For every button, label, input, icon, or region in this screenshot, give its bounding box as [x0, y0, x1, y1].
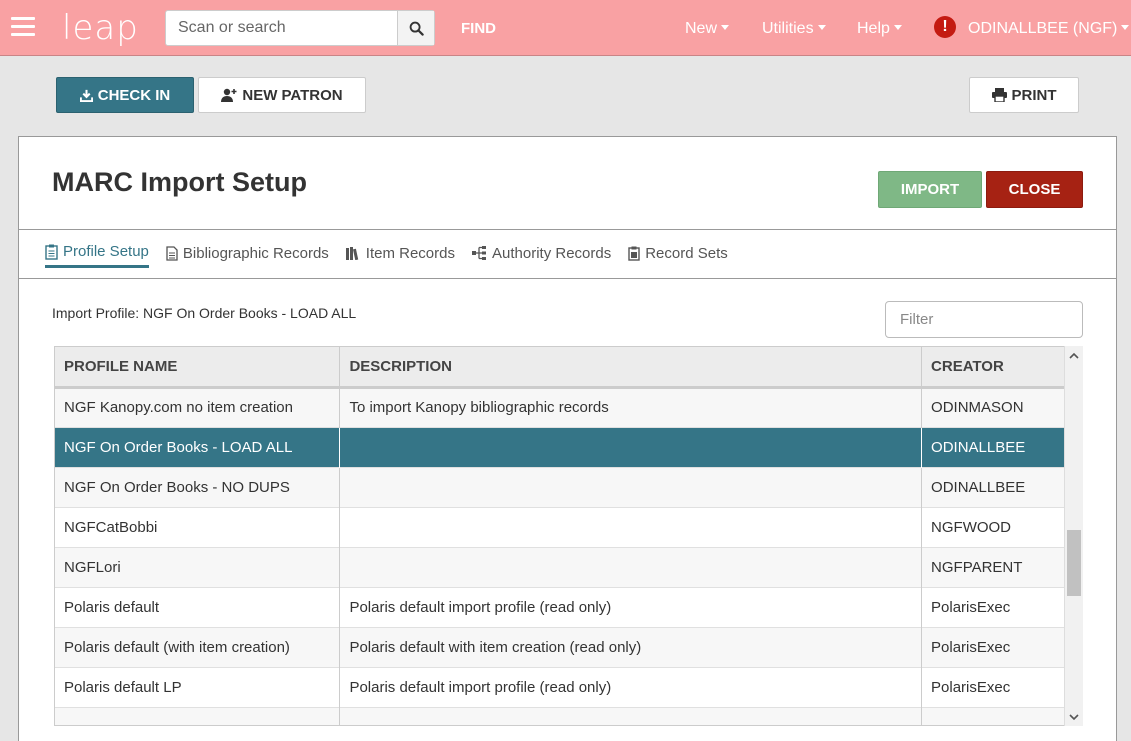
top-navbar: leap FIND New Utilities Help ! ODINALLBE… — [0, 0, 1131, 56]
search-button[interactable] — [397, 11, 434, 45]
column-header-description[interactable]: DESCRIPTION — [339, 347, 923, 389]
alert-icon[interactable]: ! — [934, 16, 956, 38]
caret-down-icon — [721, 25, 730, 30]
add-user-icon — [221, 88, 237, 102]
leap-logo[interactable]: leap — [62, 8, 139, 48]
cell-creator: NGFWOOD — [921, 506, 1065, 547]
cell-creator: ODINALLBEE — [921, 426, 1065, 467]
table-row[interactable]: Polaris default Polaris default import p… — [55, 586, 1065, 627]
new-patron-button[interactable]: NEW PATRON — [198, 77, 366, 113]
scroll-down-arrow-icon[interactable] — [1065, 708, 1083, 726]
menu-utilities[interactable]: Utilities — [762, 20, 826, 38]
cell-description: To import Kanopy bibliographic records — [339, 386, 923, 427]
caret-down-icon — [1121, 25, 1130, 30]
caret-down-icon — [817, 25, 826, 30]
table-row[interactable]: NGF Kanopy.com no item creation To impor… — [55, 386, 1065, 427]
cell-creator: NGFPARENT — [921, 546, 1065, 587]
caret-down-icon — [893, 25, 902, 30]
cell-profile-name: Polaris default LP — [55, 666, 341, 707]
cell-description: Polaris default import profile (read onl… — [339, 666, 923, 707]
tab-profile-setup[interactable]: Profile Setup — [45, 243, 149, 268]
scroll-up-arrow-icon[interactable] — [1065, 346, 1083, 364]
tab-record-sets[interactable]: Record Sets — [628, 243, 728, 268]
column-header-creator[interactable]: CREATOR — [921, 347, 1065, 389]
table-scrollbar[interactable] — [1064, 346, 1083, 726]
tab-authority-records[interactable]: Authority Records — [472, 243, 611, 268]
marc-import-panel: MARC Import Setup IMPORT CLOSE Profile S… — [18, 136, 1117, 741]
table-row[interactable] — [55, 706, 1065, 725]
table-row[interactable]: Polaris default (with item creation) Pol… — [55, 626, 1065, 667]
cell-profile-name: Polaris default — [55, 586, 341, 627]
cell-profile-name: NGFCatBobbi — [55, 506, 341, 547]
search-icon — [409, 21, 424, 36]
cell-creator: PolarisExec — [921, 586, 1065, 627]
tab-bibliographic-records[interactable]: Bibliographic Records — [166, 243, 329, 268]
cell-creator: PolarisExec — [921, 626, 1065, 667]
books-icon — [345, 246, 359, 260]
tab-item-records[interactable]: Item Records — [345, 243, 455, 268]
import-button[interactable]: IMPORT — [878, 171, 982, 208]
cell-description — [339, 546, 923, 587]
profiles-table: PROFILE NAME DESCRIPTION CREATOR NGF Kan… — [54, 346, 1083, 726]
cell-profile-name: NGF Kanopy.com no item creation — [55, 386, 341, 427]
cell-creator — [921, 706, 1065, 725]
column-header-profile-name[interactable]: PROFILE NAME — [55, 347, 341, 389]
table-row[interactable]: Polaris default LP Polaris default impor… — [55, 666, 1065, 707]
filter-input[interactable] — [885, 301, 1083, 338]
print-button[interactable]: PRINT — [969, 77, 1079, 113]
printer-icon — [991, 88, 1007, 102]
table-row[interactable]: NGF On Order Books - NO DUPS ODINALLBEE — [55, 466, 1065, 507]
import-profile-label: Import Profile: NGF On Order Books - LOA… — [52, 305, 357, 321]
sitemap-icon — [472, 246, 486, 260]
divider — [19, 278, 1116, 279]
hamburger-menu-icon[interactable] — [11, 17, 35, 37]
document-icon — [166, 245, 178, 261]
cell-creator: ODINMASON — [921, 386, 1065, 427]
table-header-row: PROFILE NAME DESCRIPTION CREATOR — [55, 347, 1065, 389]
cell-creator: ODINALLBEE — [921, 466, 1065, 507]
clipboard-icon — [45, 244, 58, 260]
cell-description — [339, 506, 923, 547]
scrollbar-thumb[interactable] — [1067, 530, 1081, 596]
cell-description — [339, 466, 923, 507]
clipboard-stack-icon — [628, 246, 640, 261]
tab-bar: Profile Setup Bibliographic Records Item… — [45, 243, 745, 268]
cell-creator: PolarisExec — [921, 666, 1065, 707]
cell-profile-name: NGF On Order Books - LOAD ALL — [55, 426, 341, 467]
cell-description: Polaris default with item creation (read… — [339, 626, 923, 667]
cell-description — [339, 706, 923, 725]
cell-description — [339, 426, 923, 467]
cell-profile-name: Polaris default (with item creation) — [55, 626, 341, 667]
search-input[interactable] — [166, 11, 397, 45]
table-row[interactable]: NGFCatBobbi NGFWOOD — [55, 506, 1065, 547]
page-title: MARC Import Setup — [52, 167, 307, 197]
menu-new[interactable]: New — [685, 20, 730, 38]
find-link[interactable]: FIND — [461, 20, 496, 37]
cell-profile-name: NGFLori — [55, 546, 341, 587]
search-box — [165, 10, 435, 46]
close-button[interactable]: CLOSE — [986, 171, 1083, 208]
cell-description: Polaris default import profile (read onl… — [339, 586, 923, 627]
table-row[interactable]: NGFLori NGFPARENT — [55, 546, 1065, 587]
check-in-button[interactable]: CHECK IN — [56, 77, 194, 113]
cell-profile-name — [55, 706, 341, 725]
menu-help[interactable]: Help — [857, 20, 902, 38]
user-menu[interactable]: ODINALLBEE (NGF) — [968, 20, 1130, 38]
divider — [19, 229, 1116, 230]
table-row-selected[interactable]: NGF On Order Books - LOAD ALL ODINALLBEE — [55, 426, 1065, 467]
cell-profile-name: NGF On Order Books - NO DUPS — [55, 466, 341, 507]
download-icon — [79, 89, 93, 102]
